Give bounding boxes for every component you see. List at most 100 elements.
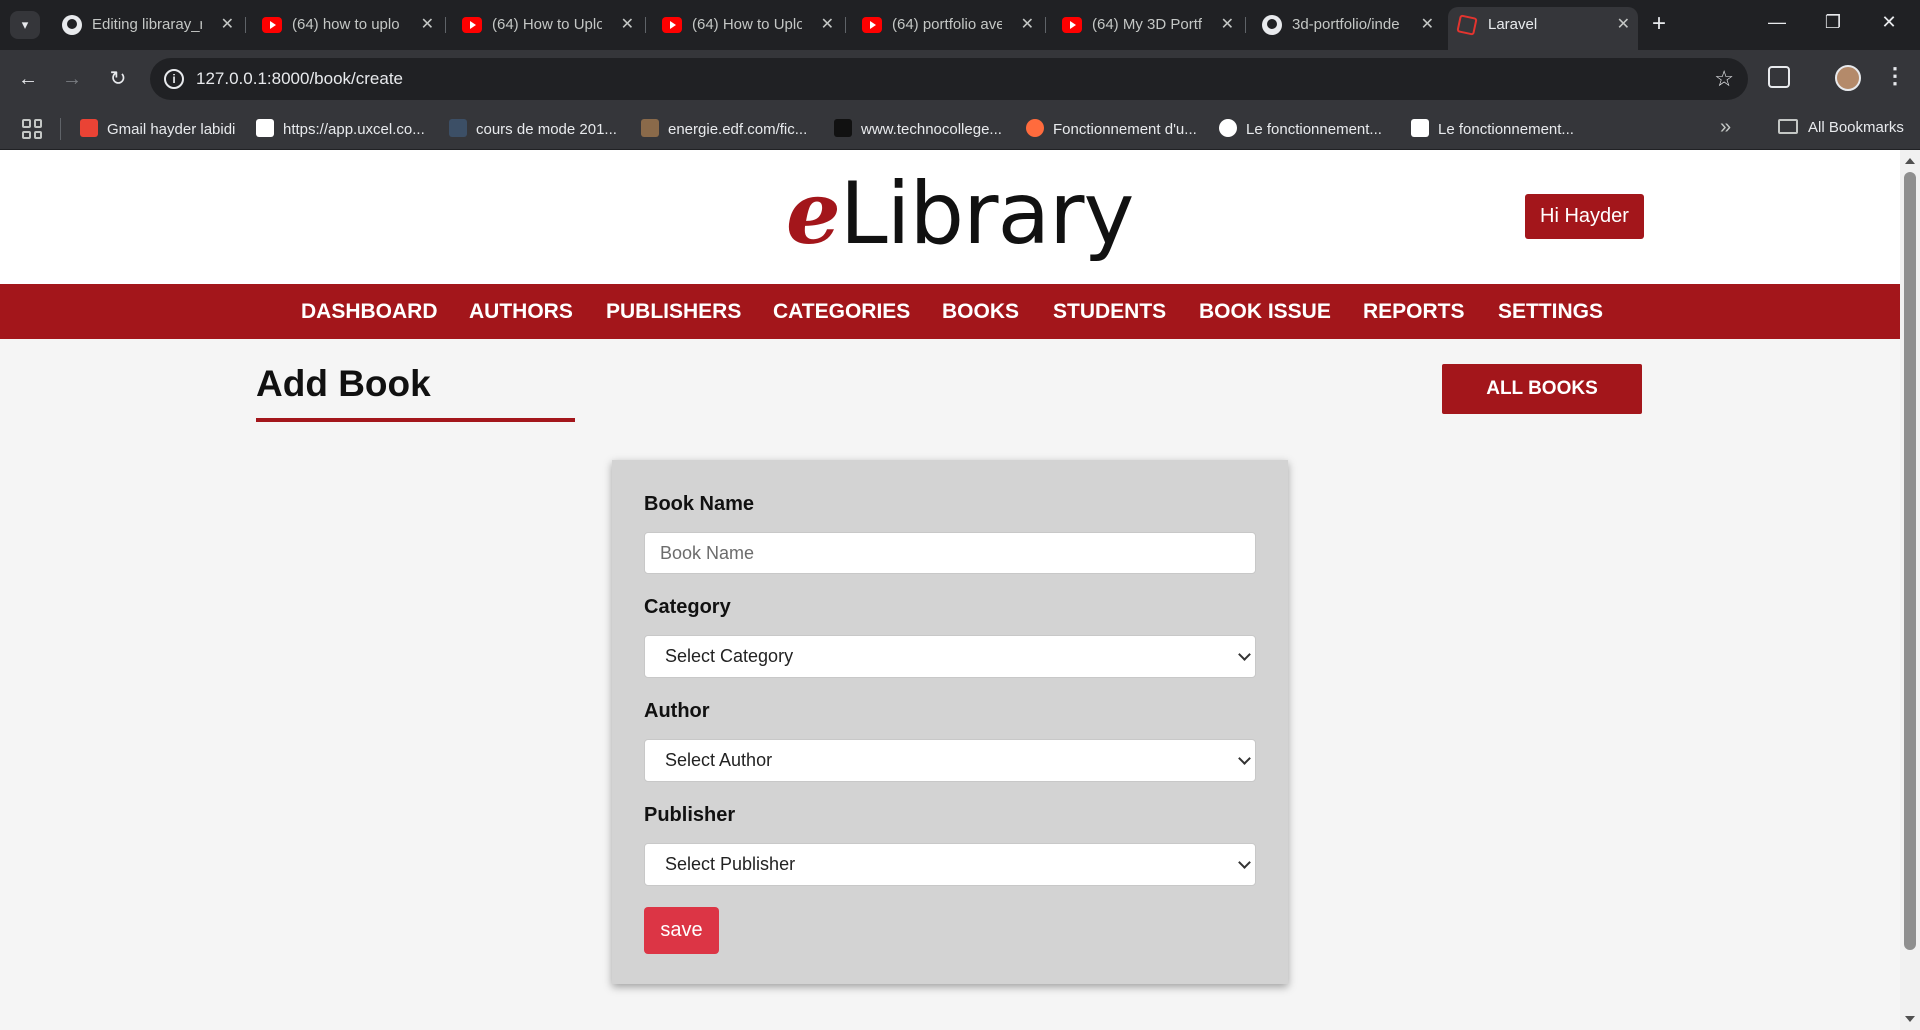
main-navbar: DASHBOARD AUTHORS PUBLISHERS CATEGORIES … (0, 284, 1900, 339)
page-icon (834, 119, 852, 137)
minimize-button[interactable]: — (1754, 12, 1800, 33)
nav-book-issue[interactable]: BOOK ISSUE (1199, 284, 1331, 339)
bookmarks-bar: Gmail hayder labidi https://app.uxcel.co… (0, 108, 1920, 150)
nav-books[interactable]: BOOKS (942, 284, 1019, 339)
tab-separator (845, 17, 846, 33)
logo-text: Library (839, 164, 1135, 264)
bookmark-star-icon[interactable]: ☆ (1714, 66, 1734, 92)
tab-separator (1045, 17, 1046, 33)
extensions-icon[interactable] (1768, 66, 1790, 88)
publisher-selected-value: Select Publisher (665, 854, 796, 874)
browser-tab[interactable]: 3d-portfolio/inde ✕ (1252, 7, 1442, 43)
browser-tab[interactable]: (64) How to Uplo ✕ (452, 7, 646, 43)
tab-search-button[interactable]: ▾ (10, 11, 40, 39)
browser-tab[interactable]: (64) portfolio ave ✕ (852, 7, 1046, 43)
folder-icon (1778, 119, 1798, 134)
book-name-input[interactable] (644, 532, 1256, 574)
nav-settings[interactable]: SETTINGS (1498, 284, 1603, 339)
tab-separator (645, 17, 646, 33)
save-button[interactable]: save (644, 907, 719, 954)
page-icon (1219, 119, 1237, 137)
bookmark-item[interactable]: cours de mode 201... (449, 119, 617, 138)
publisher-select[interactable]: Select Publisher (644, 843, 1256, 886)
tab-separator (245, 17, 246, 33)
back-button[interactable]: ← (14, 65, 42, 93)
author-label: Author (644, 700, 710, 722)
author-select[interactable]: Select Author (644, 739, 1256, 782)
site-info-icon[interactable]: i (164, 69, 184, 89)
new-tab-button[interactable]: + (1652, 10, 1666, 38)
youtube-icon (1062, 17, 1082, 33)
tab-title: (64) portfolio ave (892, 16, 1002, 33)
bookmark-item[interactable]: Gmail hayder labidi (80, 119, 235, 138)
scrollbar-thumb[interactable] (1904, 172, 1916, 950)
tab-title: (64) My 3D Portf (1092, 16, 1202, 33)
browser-toolbar: ← → ↻ i 127.0.0.1:8000/book/create ☆ ⋮ (0, 50, 1920, 108)
close-icon[interactable]: ✕ (421, 7, 434, 43)
address-bar[interactable]: i 127.0.0.1:8000/book/create ☆ (150, 58, 1748, 100)
browser-tab-strip: ▾ Editing libraray_r ✕ (64) how to uplo … (0, 0, 1920, 50)
url-text[interactable]: 127.0.0.1:8000/book/create (196, 69, 403, 89)
nav-categories[interactable]: CATEGORIES (773, 284, 910, 339)
profile-avatar[interactable] (1835, 65, 1861, 91)
more-bookmarks-icon[interactable]: » (1720, 116, 1731, 139)
close-icon[interactable]: ✕ (221, 7, 234, 43)
tab-title: (64) How to Uplo (692, 16, 802, 33)
all-bookmarks-label: All Bookmarks (1808, 119, 1904, 136)
elibrary-logo[interactable]: eLibrary (786, 164, 1135, 265)
page-icon (1026, 119, 1044, 137)
browser-menu-icon[interactable]: ⋮ (1884, 63, 1906, 89)
close-icon[interactable]: ✕ (1221, 7, 1234, 43)
category-select[interactable]: Select Category (644, 635, 1256, 678)
page-icon (449, 119, 467, 137)
all-books-button[interactable]: ALL BOOKS (1442, 364, 1642, 414)
restore-button[interactable]: ❐ (1810, 12, 1856, 33)
reload-button[interactable]: ↻ (104, 65, 132, 93)
window-close-button[interactable]: ✕ (1866, 12, 1912, 33)
tab-title: Editing libraray_r (92, 16, 202, 33)
chevron-down-icon (1238, 752, 1251, 765)
nav-dashboard[interactable]: DASHBOARD (301, 284, 438, 339)
browser-tab[interactable]: Editing libraray_r ✕ (52, 7, 246, 43)
close-icon[interactable]: ✕ (1617, 7, 1630, 43)
page-icon (641, 119, 659, 137)
page-icon (1411, 119, 1429, 137)
youtube-icon (662, 17, 682, 33)
bookmark-item[interactable]: Fonctionnement d'u... (1026, 119, 1197, 138)
all-bookmarks-button[interactable]: All Bookmarks (1778, 119, 1904, 136)
tab-title: Laravel (1488, 16, 1538, 33)
close-icon[interactable]: ✕ (621, 7, 634, 43)
scroll-up-arrow-icon[interactable] (1905, 158, 1915, 164)
bookmark-item[interactable]: Le fonctionnement... (1411, 119, 1574, 138)
scroll-down-arrow-icon[interactable] (1905, 1016, 1915, 1022)
close-icon[interactable]: ✕ (1021, 7, 1034, 43)
laravel-icon (1456, 14, 1478, 36)
nav-publishers[interactable]: PUBLISHERS (606, 284, 741, 339)
youtube-icon (862, 17, 882, 33)
bookmarks-divider (60, 118, 61, 140)
page-scrollbar[interactable] (1900, 150, 1920, 1030)
bookmark-label: Le fonctionnement... (1246, 121, 1382, 138)
github-icon (62, 15, 82, 35)
book-name-label: Book Name (644, 493, 755, 515)
user-menu-button[interactable]: Hi Hayder (1525, 194, 1644, 239)
bookmark-item[interactable]: Le fonctionnement... (1219, 119, 1382, 138)
bookmark-label: Fonctionnement d'u... (1053, 121, 1197, 138)
youtube-icon (262, 17, 282, 33)
category-selected-value: Select Category (665, 646, 794, 666)
nav-students[interactable]: STUDENTS (1053, 284, 1166, 339)
close-icon[interactable]: ✕ (821, 7, 834, 43)
bookmark-item[interactable]: energie.edf.com/fic... (641, 119, 807, 138)
bookmark-item[interactable]: www.technocollege... (834, 119, 1002, 138)
browser-tab[interactable]: (64) My 3D Portf ✕ (1052, 7, 1246, 43)
nav-reports[interactable]: REPORTS (1363, 284, 1465, 339)
browser-tab[interactable]: (64) how to uplo ✕ (252, 7, 446, 43)
forward-button[interactable]: → (58, 65, 86, 93)
nav-authors[interactable]: AUTHORS (469, 284, 573, 339)
browser-tab-active[interactable]: Laravel ✕ (1448, 7, 1638, 50)
bookmark-item[interactable]: https://app.uxcel.co... (256, 119, 425, 138)
browser-tab[interactable]: (64) How to Uplo ✕ (652, 7, 846, 43)
bookmark-label: https://app.uxcel.co... (283, 121, 425, 138)
apps-grid-icon[interactable] (22, 119, 42, 139)
close-icon[interactable]: ✕ (1421, 7, 1434, 43)
